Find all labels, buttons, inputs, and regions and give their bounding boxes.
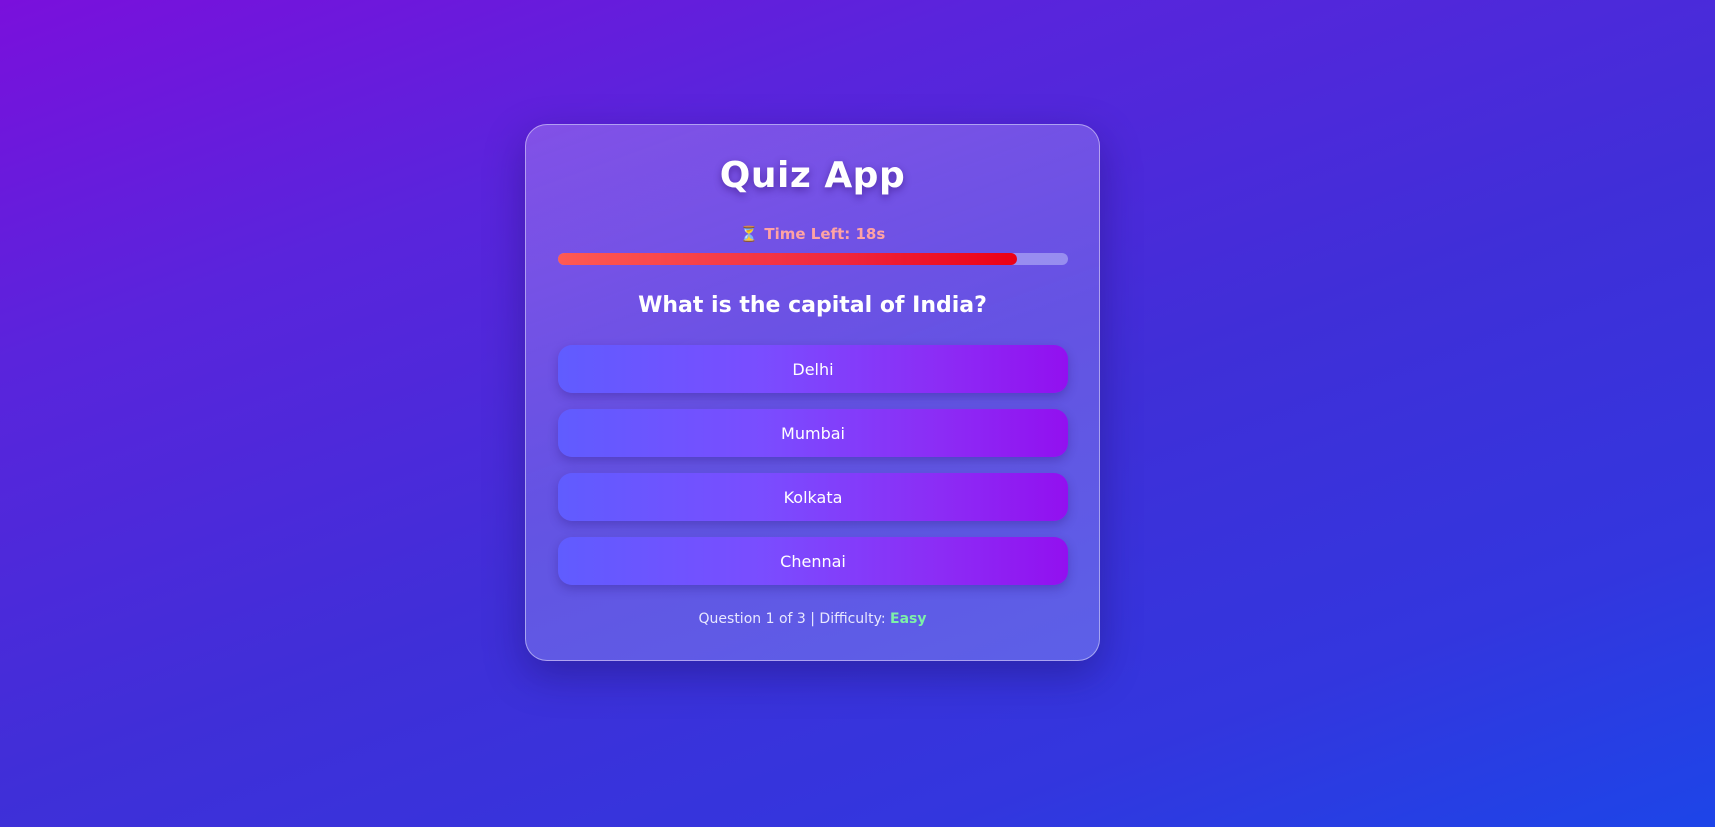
timer-progress-bar xyxy=(558,253,1068,265)
answer-option[interactable]: Delhi xyxy=(558,345,1068,393)
answer-options: Delhi Mumbai Kolkata Chennai xyxy=(558,345,1068,601)
quiz-card: Quiz App ⏳ Time Left: 18s What is the cap… xyxy=(525,124,1100,661)
timer-label: ⏳ Time Left: 18s xyxy=(526,225,1099,243)
answer-option[interactable]: Kolkata xyxy=(558,473,1068,521)
question-counter: Question 1 of 3 | Difficulty: xyxy=(698,611,890,627)
timer-text: Time Left: 18s xyxy=(764,225,886,243)
app-title: Quiz App xyxy=(719,155,906,196)
answer-option[interactable]: Chennai xyxy=(558,537,1068,585)
quiz-status: Question 1 of 3 | Difficulty: Easy xyxy=(526,611,1099,627)
difficulty-badge: Easy xyxy=(890,611,927,627)
hourglass-icon: ⏳ xyxy=(739,225,759,243)
question-text: What is the capital of India? xyxy=(638,293,987,318)
answer-option[interactable]: Mumbai xyxy=(558,409,1068,457)
timer-progress-fill xyxy=(558,253,1017,265)
